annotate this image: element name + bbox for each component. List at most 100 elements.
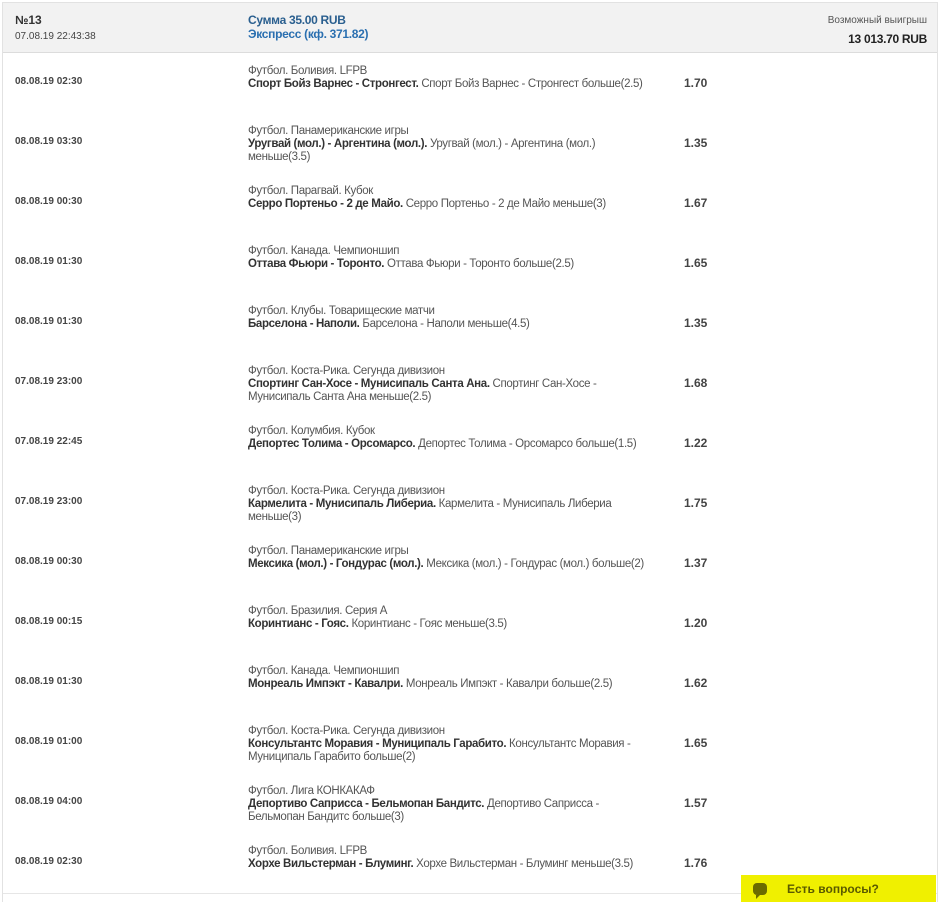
event-match: Мексика (мол.) - Гондурас (мол.). bbox=[248, 558, 424, 570]
event-match: Кармелита - Мунисипаль Либериа. bbox=[248, 498, 436, 510]
event-bet: Серро Портеньо - 2 де Майо меньше(3) bbox=[405, 198, 606, 210]
event-date: 08.08.19 00:30 bbox=[15, 196, 83, 207]
event-league: Футбол. Боливия. LFPB bbox=[248, 65, 367, 77]
event-league: Футбол. Бразилия. Серия А bbox=[248, 605, 388, 617]
table-row: 07.08.19 22:45 Футбол. Колумбия. Кубок Де… bbox=[3, 413, 937, 473]
bet-type: Экспресс (кф. 371.82) bbox=[248, 27, 369, 41]
bet-header: №13 07.08.19 22:43:38 Сумма 35.00 RUB Эк… bbox=[3, 3, 937, 53]
event-league: Футбол. Панамериканские игры bbox=[248, 545, 409, 557]
table-row: 08.08.19 01:30 Футбол. Канада. Чемпионши… bbox=[3, 653, 937, 713]
bet-sum: Сумма 35.00 RUB bbox=[248, 13, 346, 27]
possible-win-label: Возможный выигрыш bbox=[827, 15, 927, 26]
event-league: Футбол. Коста-Рика. Сегунда дивизион bbox=[248, 485, 445, 497]
event-bet: Коринтианс - Гояс меньше(3.5) bbox=[351, 618, 507, 630]
event-date: 08.08.19 01:00 bbox=[15, 736, 83, 747]
event-league: Футбол. Клубы. Товарищеские матчи bbox=[248, 305, 435, 317]
event-date: 08.08.19 01:30 bbox=[15, 676, 83, 687]
event-description: Футбол. Колумбия. Кубок Депортес Толима -… bbox=[248, 425, 658, 451]
event-league: Футбол. Коста-Рика. Сегунда дивизион bbox=[248, 365, 445, 377]
event-date: 08.08.19 02:30 bbox=[15, 76, 83, 87]
event-list: 08.08.19 02:30 Футбол. Боливия. LFPB Спор… bbox=[3, 53, 937, 893]
event-description: Футбол. Парагвай. Кубок Серро Портеньо - … bbox=[248, 185, 658, 211]
table-row: 07.08.19 23:00 Футбол. Коста-Рика. Сегун… bbox=[3, 473, 937, 533]
table-row: 08.08.19 01:00 Футбол. Коста-Рика. Сегун… bbox=[3, 713, 937, 773]
event-odds: 1.67 bbox=[684, 196, 708, 210]
event-date: 07.08.19 23:00 bbox=[15, 496, 83, 507]
event-date: 08.08.19 01:30 bbox=[15, 316, 83, 327]
event-odds: 1.65 bbox=[684, 256, 708, 270]
event-description: Футбол. Коста-Рика. Сегунда дивизион Спор… bbox=[248, 365, 658, 404]
event-league: Футбол. Парагвай. Кубок bbox=[248, 185, 373, 197]
event-league: Футбол. Панамериканские игры bbox=[248, 125, 409, 137]
table-row: 08.08.19 00:30 Футбол. Панамериканские и… bbox=[3, 533, 937, 593]
event-description: Футбол. Боливия. LFPB Хорхе Вильстерман -… bbox=[248, 845, 658, 871]
event-date: 07.08.19 23:00 bbox=[15, 376, 83, 387]
event-odds: 1.76 bbox=[684, 856, 708, 870]
event-description: Футбол. Лига КОНКАКАФ Депортиво Саприсса … bbox=[248, 785, 658, 824]
event-league: Футбол. Канада. Чемпионшип bbox=[248, 245, 400, 257]
possible-win-value: 13 013.70 RUB bbox=[848, 32, 927, 46]
event-description: Футбол. Боливия. LFPB Спорт Бойз Варнес -… bbox=[248, 65, 658, 91]
event-match: Барселона - Наполи. bbox=[248, 318, 360, 330]
event-description: Футбол. Бразилия. Серия А Коринтианс - Го… bbox=[248, 605, 658, 631]
event-bet: Барселона - Наполи меньше(4.5) bbox=[362, 318, 530, 330]
event-description: Футбол. Коста-Рика. Сегунда дивизион Конс… bbox=[248, 725, 658, 764]
event-league: Футбол. Лига КОНКАКАФ bbox=[248, 785, 375, 797]
event-match: Консультантс Моравия - Муниципаль Гараби… bbox=[248, 738, 507, 750]
event-date: 08.08.19 01:30 bbox=[15, 256, 83, 267]
event-bet: Монреаль Импэкт - Кавалри больше(2.5) bbox=[405, 678, 613, 690]
event-description: Футбол. Коста-Рика. Сегунда дивизион Карм… bbox=[248, 485, 658, 524]
event-match: Хорхе Вильстерман - Блуминг. bbox=[248, 858, 414, 870]
event-date: 08.08.19 04:00 bbox=[15, 796, 83, 807]
bet-datetime: 07.08.19 22:43:38 bbox=[15, 31, 96, 42]
event-odds: 1.35 bbox=[684, 316, 708, 330]
event-description: Футбол. Панамериканские игры Уругвай (мол… bbox=[248, 125, 658, 164]
event-match: Депортес Толима - Орсомарсо. bbox=[248, 438, 416, 450]
event-match: Спортинг Сан-Хосе - Мунисипаль Санта Ана… bbox=[248, 378, 490, 390]
event-league: Футбол. Канада. Чемпионшип bbox=[248, 665, 400, 677]
event-match: Уругвай (мол.) - Аргентина (мол.). bbox=[248, 138, 428, 150]
event-date: 08.08.19 03:30 bbox=[15, 136, 83, 147]
event-odds: 1.68 bbox=[684, 376, 708, 390]
event-date: 08.08.19 00:15 bbox=[15, 616, 83, 627]
table-row: 08.08.19 01:30 Футбол. Клубы. Товарищеск… bbox=[3, 293, 937, 353]
event-description: Футбол. Канада. Чемпионшип Монреаль Импэк… bbox=[248, 665, 658, 691]
event-odds: 1.35 bbox=[684, 136, 708, 150]
event-league: Футбол. Колумбия. Кубок bbox=[248, 425, 375, 437]
table-row: 08.08.19 00:15 Футбол. Бразилия. Серия А… bbox=[3, 593, 937, 653]
table-row: 08.08.19 00:30 Футбол. Парагвай. Кубок Се… bbox=[3, 173, 937, 233]
event-bet: Оттава Фьюри - Торонто больше(2.5) bbox=[386, 258, 574, 270]
event-match: Спорт Бойз Варнес - Стронгест. bbox=[248, 78, 419, 90]
bet-details: №13 07.08.19 22:43:38 Сумма 35.00 RUB Эк… bbox=[2, 2, 938, 902]
event-description: Футбол. Панамериканские игры Мексика (мол… bbox=[248, 545, 658, 571]
table-row: 08.08.19 01:30 Футбол. Канада. Чемпионши… bbox=[3, 233, 937, 293]
event-league: Футбол. Коста-Рика. Сегунда дивизион bbox=[248, 725, 445, 737]
event-date: 08.08.19 00:30 bbox=[15, 556, 83, 567]
event-odds: 1.62 bbox=[684, 676, 708, 690]
event-bet: Хорхе Вильстерман - Блуминг меньше(3.5) bbox=[416, 858, 634, 870]
event-description: Футбол. Канада. Чемпионшип Оттава Фьюри -… bbox=[248, 245, 658, 271]
event-match: Серро Портеньо - 2 де Майо. bbox=[248, 198, 403, 210]
event-odds: 1.22 bbox=[684, 436, 708, 450]
table-row: 07.08.19 23:00 Футбол. Коста-Рика. Сегун… bbox=[3, 353, 937, 413]
table-row: 08.08.19 03:30 Футбол. Панамериканские и… bbox=[3, 113, 937, 173]
event-match: Монреаль Импэкт - Кавалри. bbox=[248, 678, 403, 690]
event-league: Футбол. Боливия. LFPB bbox=[248, 845, 367, 857]
event-bet: Мексика (мол.) - Гондурас (мол.) больше(… bbox=[426, 558, 644, 570]
event-odds: 1.37 bbox=[684, 556, 708, 570]
event-odds: 1.20 bbox=[684, 616, 708, 630]
event-bet: Депортес Толима - Орсомарсо больше(1.5) bbox=[418, 438, 637, 450]
event-description: Футбол. Клубы. Товарищеские матчи Барсело… bbox=[248, 305, 658, 331]
event-odds: 1.57 bbox=[684, 796, 708, 810]
event-bet: Спорт Бойз Варнес - Стронгест больше(2.5… bbox=[421, 78, 643, 90]
event-date: 07.08.19 22:45 bbox=[15, 436, 83, 447]
bet-number: №13 bbox=[15, 13, 42, 27]
table-row: 08.08.19 04:00 Футбол. Лига КОНКАКАФ Депо… bbox=[3, 773, 937, 833]
event-match: Коринтианс - Гояс. bbox=[248, 618, 349, 630]
chat-button[interactable]: Есть вопросы? bbox=[741, 875, 936, 902]
event-match: Депортиво Саприсса - Бельмопан Бандитс. bbox=[248, 798, 485, 810]
event-match: Оттава Фьюри - Торонто. bbox=[248, 258, 385, 270]
chat-label: Есть вопросы? bbox=[787, 881, 879, 896]
event-odds: 1.75 bbox=[684, 496, 708, 510]
event-date: 08.08.19 02:30 bbox=[15, 856, 83, 867]
